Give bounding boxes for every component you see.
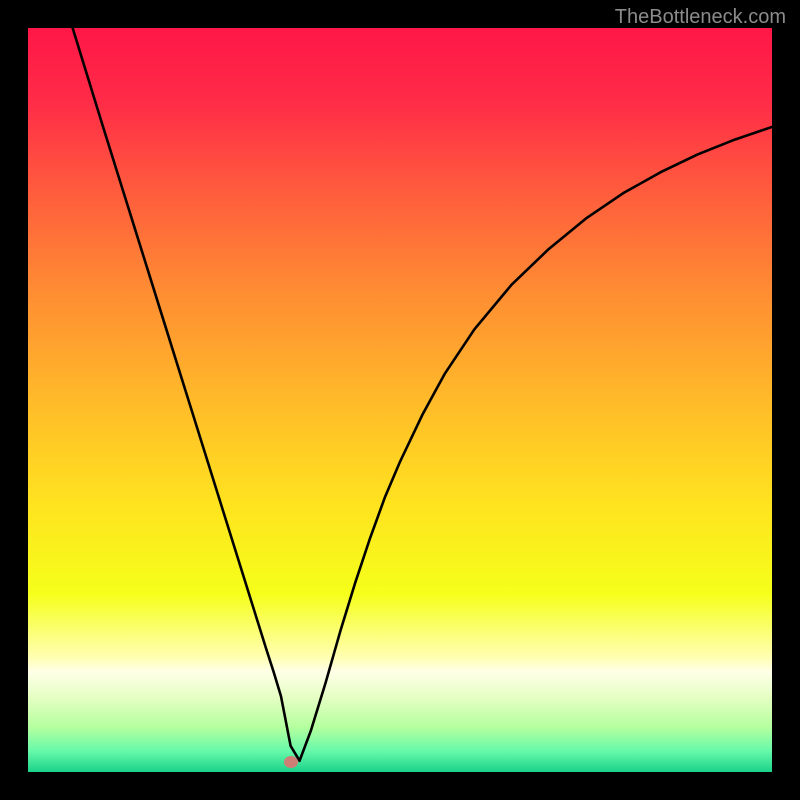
gradient-background-svg: [28, 28, 772, 772]
optimal-point-marker: [284, 756, 298, 768]
chart-frame: TheBottleneck.com: [0, 0, 800, 800]
watermark-text: TheBottleneck.com: [615, 6, 786, 29]
plot-area: [28, 28, 772, 772]
